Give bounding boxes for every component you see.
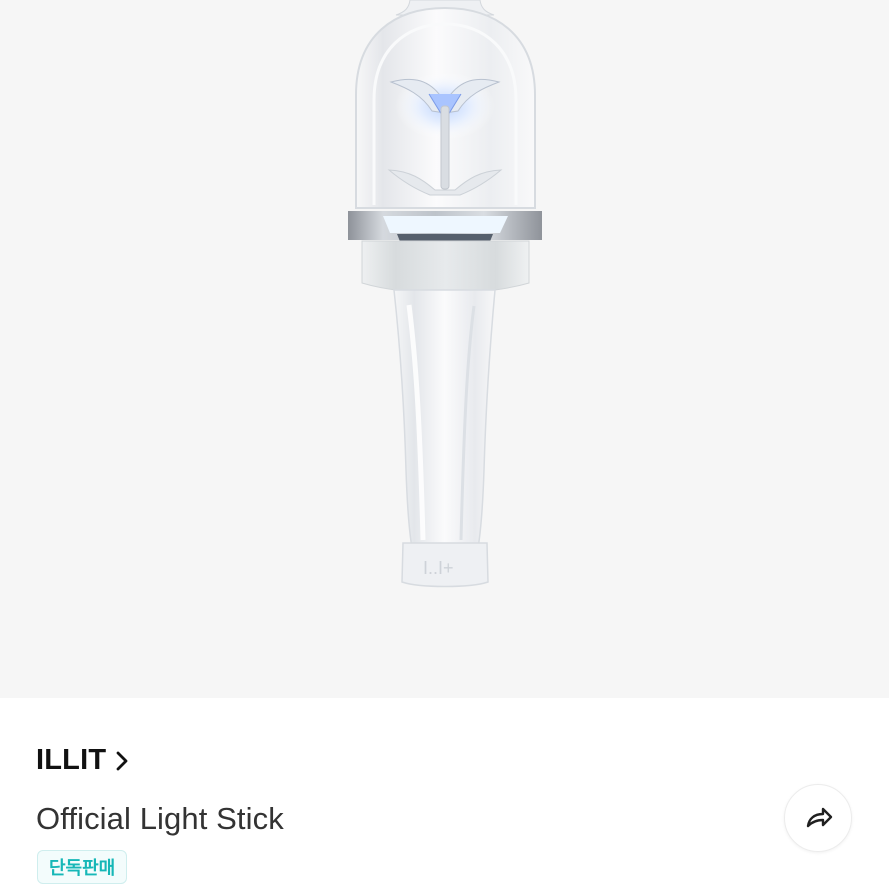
artist-link[interactable]: ILLIT bbox=[36, 744, 130, 777]
product-page: I..I+ ILLIT Official Light Stick 단독판매 bbox=[0, 0, 889, 889]
share-button[interactable] bbox=[784, 784, 852, 852]
artist-name: ILLIT bbox=[36, 744, 107, 776]
share-arrow-icon bbox=[806, 807, 833, 828]
exclusive-sale-badge: 단독판매 bbox=[37, 850, 128, 884]
chevron-right-icon bbox=[116, 751, 128, 770]
product-image-area: I..I+ bbox=[0, 0, 889, 698]
product-image: I..I+ bbox=[0, 0, 889, 698]
svg-text:I..I+: I..I+ bbox=[423, 558, 454, 578]
product-title: Official Light Stick bbox=[36, 801, 284, 836]
